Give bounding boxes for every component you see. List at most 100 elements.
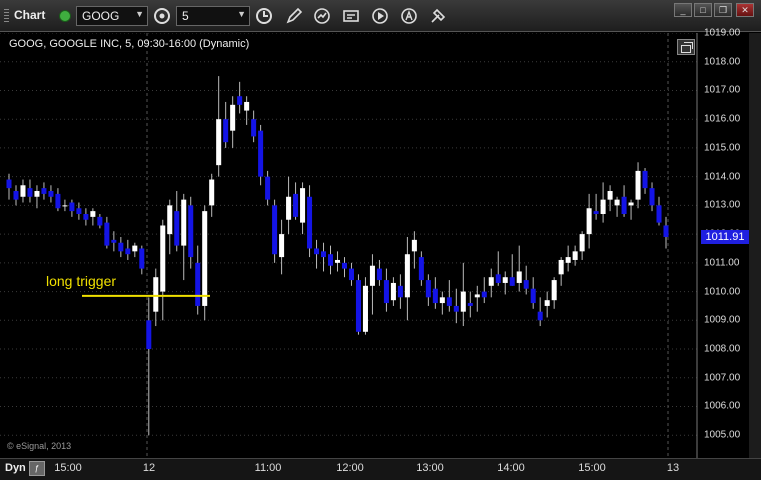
dynamic-mode-icon[interactable]: ƒ	[29, 461, 45, 476]
x-tick-label: 12:00	[336, 462, 364, 474]
indicator-icon[interactable]	[340, 6, 362, 26]
play-icon[interactable]	[369, 6, 391, 26]
candle-down	[649, 188, 655, 206]
interval-dropdown-icon[interactable]: ▼	[237, 9, 246, 19]
candle-up	[460, 291, 466, 312]
candle-down	[97, 216, 103, 226]
y-tick-label: 1016.00	[704, 113, 741, 125]
x-tick-label: 13:00	[416, 462, 444, 474]
clock-icon[interactable]	[253, 6, 275, 26]
candle-down	[146, 320, 152, 350]
y-tick-label: 1018.00	[704, 56, 741, 68]
candle-down	[509, 277, 515, 286]
candle-down	[104, 222, 110, 246]
price-chart[interactable]	[0, 33, 698, 458]
symbol-value: GOOG	[82, 9, 120, 23]
candle-up	[209, 179, 215, 206]
chart-title: GOOG, GOOGLE INC, 5, 09:30-16:00 (Dynami…	[9, 38, 250, 50]
candle-down	[188, 205, 194, 258]
last-price-badge: 1011.91	[701, 229, 749, 244]
candle-down	[307, 196, 313, 249]
candle-down	[348, 268, 354, 281]
y-tick-label: 1005.00	[704, 429, 741, 441]
candle-down	[265, 176, 271, 200]
candle-up	[132, 245, 138, 252]
candle-up	[390, 282, 396, 301]
candle-down	[118, 242, 124, 252]
candle-up	[628, 202, 634, 206]
candle-down	[642, 170, 648, 189]
x-tick-label: 15:00	[578, 462, 606, 474]
candle-up	[635, 170, 641, 200]
candle-up	[216, 119, 222, 166]
candle-down	[355, 280, 361, 332]
candle-down	[251, 119, 257, 137]
candle-up	[544, 300, 550, 306]
candle-down	[237, 96, 243, 105]
symbol-settings-icon[interactable]	[151, 6, 173, 26]
minimize-icon[interactable]: _	[674, 3, 692, 17]
window-title: Chart	[14, 8, 46, 22]
candle-down	[41, 188, 47, 194]
candle-down	[656, 205, 662, 223]
candle-down	[6, 179, 12, 189]
maximize-icon[interactable]: □	[694, 3, 712, 17]
refresh-icon[interactable]	[311, 6, 333, 26]
x-tick-label: 12	[142, 462, 156, 474]
y-tick-label: 1010.00	[704, 286, 741, 298]
y-tick-label: 1009.00	[704, 314, 741, 326]
candle-down	[418, 257, 424, 281]
candle-up	[411, 239, 417, 252]
candle-down	[174, 211, 180, 246]
toolbar-grip[interactable]	[4, 9, 9, 23]
candle-up	[279, 234, 285, 258]
interval-input[interactable]: 5 ▼	[176, 6, 250, 26]
candle-down	[425, 280, 431, 298]
restore-icon[interactable]: ❐	[714, 3, 732, 17]
candle-down	[27, 188, 33, 197]
candle-up	[474, 294, 480, 298]
candle-up	[286, 196, 292, 220]
candle-up	[167, 205, 173, 235]
candle-up	[244, 101, 250, 111]
restore-window-icon[interactable]	[677, 39, 695, 55]
candle-down	[376, 268, 382, 281]
candle-up	[565, 257, 571, 263]
candle-up	[551, 280, 557, 301]
candle-up	[362, 285, 368, 332]
candle-up	[586, 208, 592, 235]
y-tick-label: 1006.00	[704, 400, 741, 412]
symbol-input[interactable]: GOOG ▼	[76, 6, 148, 26]
link-status-icon[interactable]	[59, 10, 71, 22]
candle-down	[663, 225, 669, 237]
time-axis-bar: Dyn ƒ	[0, 458, 761, 480]
x-tick-label: 13	[666, 462, 680, 474]
price-axis-scrollbar[interactable]	[749, 33, 761, 458]
candle-up	[607, 191, 613, 200]
chart-toolbar: Chart GOOG ▼ 5 ▼ _ □ ❐ ✕	[0, 0, 761, 32]
tools-icon[interactable]	[427, 6, 449, 26]
candle-down	[223, 119, 229, 143]
candle-down	[537, 311, 543, 321]
candle-down	[495, 274, 501, 283]
candle-down	[258, 130, 264, 177]
interval-value: 5	[182, 9, 189, 23]
symbol-dropdown-icon[interactable]: ▼	[135, 9, 144, 19]
candle-up	[34, 191, 40, 197]
candle-up	[334, 259, 341, 263]
alert-icon[interactable]	[398, 6, 420, 26]
candle-down	[397, 285, 403, 298]
candle-down	[432, 288, 438, 304]
y-tick-label: 1008.00	[704, 343, 741, 355]
candle-down	[83, 213, 89, 220]
candle-up	[369, 265, 375, 286]
candle-up	[20, 185, 26, 197]
candle-down	[55, 193, 61, 209]
candle-down	[467, 303, 473, 306]
close-icon[interactable]: ✕	[736, 3, 754, 17]
candle-down	[523, 280, 529, 289]
candle-down	[383, 280, 389, 304]
x-tick-label: 11:00	[254, 462, 282, 474]
candle-down	[321, 251, 327, 258]
pencil-icon[interactable]	[283, 6, 305, 26]
